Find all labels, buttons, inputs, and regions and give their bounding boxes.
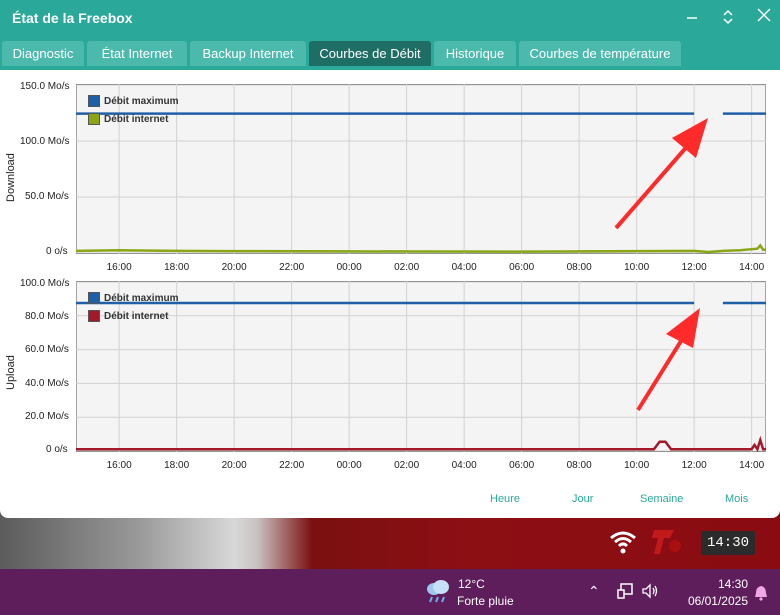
freebox-window: État de la Freebox Diagnostic État Inter… <box>0 0 780 518</box>
taskbar <box>0 569 780 615</box>
network-icon[interactable] <box>617 582 635 600</box>
app-tray-icon[interactable] <box>650 526 684 556</box>
desktop-clock: 14:30 <box>701 531 755 555</box>
annotation-arrows <box>614 118 708 412</box>
taskbar-time[interactable]: 14:30 <box>700 577 748 591</box>
wifi-icon[interactable] <box>609 528 637 556</box>
weather-temperature[interactable]: 12°C <box>458 577 485 591</box>
weather-description[interactable]: Forte pluie <box>457 594 514 608</box>
annotation-arrowhead <box>672 118 708 158</box>
weather-rain-icon[interactable] <box>424 577 452 605</box>
annotation-arrowhead <box>666 308 700 348</box>
chevron-up-icon[interactable]: ⌃ <box>588 583 600 600</box>
taskbar-date[interactable]: 06/01/2025 <box>675 594 748 608</box>
annotation-arrow <box>636 331 688 412</box>
annotation-arrow <box>614 141 692 230</box>
notification-bell-icon[interactable] <box>754 585 768 601</box>
volume-icon[interactable] <box>641 582 659 600</box>
